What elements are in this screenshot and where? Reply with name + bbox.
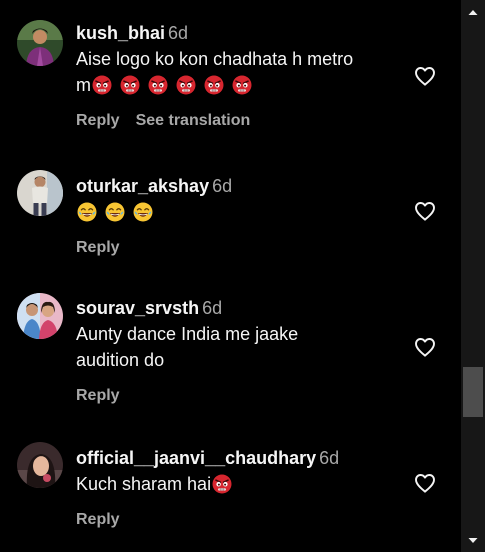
avatar[interactable] <box>17 442 63 488</box>
comment-header: sourav_srvsth 6d <box>76 297 406 319</box>
comment-time: 6d <box>212 176 233 196</box>
avatar[interactable] <box>17 170 63 216</box>
comment-text: Aise logo ko kon chadhata h metro m <box>76 46 406 98</box>
comment-text-line: Aunty dance India me jaake <box>76 324 299 344</box>
comment-actions: Reply <box>76 510 406 530</box>
emoji-run <box>91 75 252 95</box>
comment-text-line <box>76 199 406 225</box>
comment-actions: Reply See translation <box>76 111 406 131</box>
angry-face-emoji-icon <box>204 75 224 95</box>
comment-body: official__jaanvi__chaudhary 6d Kuch shara… <box>76 447 406 530</box>
angry-face-emoji-icon <box>232 75 252 95</box>
comment-header: official__jaanvi__chaudhary 6d <box>76 447 406 469</box>
scroll-down-arrow-icon[interactable] <box>461 530 485 550</box>
laughing-face-emoji-icon <box>133 202 153 222</box>
laughing-face-emoji-icon <box>105 202 125 222</box>
reply-button[interactable]: Reply <box>76 387 120 404</box>
angry-face-emoji-icon <box>120 75 140 95</box>
reply-button[interactable]: Reply <box>76 511 120 528</box>
heart-icon[interactable] <box>413 471 437 495</box>
comment-time: 6d <box>202 298 223 318</box>
comment-body: oturkar_akshay 6d Reply <box>76 175 406 258</box>
comment-text-fragment: Kuch sharam hai <box>76 474 212 494</box>
reply-button[interactable]: Reply <box>76 112 120 129</box>
scroll-up-arrow-icon[interactable] <box>461 2 485 22</box>
comment-text: Kuch sharam hai <box>76 471 406 497</box>
see-translation-button[interactable]: See translation <box>136 112 251 129</box>
angry-face-emoji-icon <box>212 474 232 494</box>
comment-text-line: Kuch sharam hai <box>76 471 406 497</box>
username[interactable]: official__jaanvi__chaudhary <box>76 448 316 468</box>
username[interactable]: oturkar_akshay <box>76 176 209 196</box>
username[interactable]: kush_bhai <box>76 23 165 43</box>
scrollbar-thumb[interactable] <box>463 367 483 417</box>
comment-item: sourav_srvsth 6d Aunty dance India me jaa… <box>0 293 461 418</box>
angry-face-emoji-icon <box>148 75 168 95</box>
comment-header: kush_bhai 6d <box>76 22 406 44</box>
username[interactable]: sourav_srvsth <box>76 298 199 318</box>
comment-actions: Reply <box>76 238 406 258</box>
comment-actions: Reply <box>76 386 406 406</box>
comment-text-fragment: m <box>76 75 91 95</box>
emoji-run <box>76 202 153 222</box>
reply-button[interactable]: Reply <box>76 239 120 256</box>
comment-header: oturkar_akshay 6d <box>76 175 406 197</box>
comment-time: 6d <box>319 448 340 468</box>
comment-item: kush_bhai 6d Aise logo ko kon chadhata h … <box>0 20 461 145</box>
angry-face-emoji-icon <box>176 75 196 95</box>
laughing-face-emoji-icon <box>77 202 97 222</box>
comment-item: official__jaanvi__chaudhary 6d Kuch shara… <box>0 442 461 542</box>
comment-body: sourav_srvsth 6d Aunty dance India me jaa… <box>76 297 406 406</box>
comment-text-line: Aise logo ko kon chadhata h metro <box>76 49 354 69</box>
comment-text <box>76 199 406 225</box>
comment-text-line: audition do <box>76 350 165 370</box>
avatar[interactable] <box>17 293 63 339</box>
comment-item: oturkar_akshay 6d Reply <box>0 170 461 265</box>
heart-icon[interactable] <box>413 335 437 359</box>
comments-list: kush_bhai 6d Aise logo ko kon chadhata h … <box>0 0 461 552</box>
avatar[interactable] <box>17 20 63 66</box>
comment-body: kush_bhai 6d Aise logo ko kon chadhata h … <box>76 22 406 131</box>
emoji-run <box>211 474 232 494</box>
heart-icon[interactable] <box>413 199 437 223</box>
comment-text: Aunty dance India me jaake audition do <box>76 321 406 373</box>
heart-icon[interactable] <box>413 64 437 88</box>
comment-text-line: m <box>76 72 406 98</box>
comment-time: 6d <box>168 23 189 43</box>
angry-face-emoji-icon <box>92 75 112 95</box>
scrollbar[interactable] <box>461 0 485 552</box>
